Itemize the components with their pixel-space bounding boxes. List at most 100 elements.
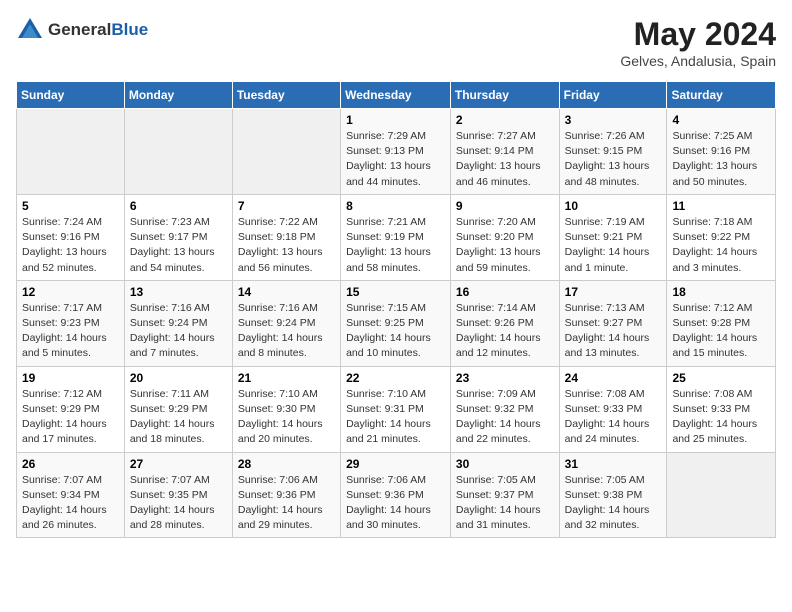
logo: General Blue [16, 16, 148, 44]
calendar-cell: 25 Sunrise: 7:08 AM Sunset: 9:33 PM Dayli… [667, 366, 776, 452]
week-row-3: 12 Sunrise: 7:17 AM Sunset: 9:23 PM Dayli… [17, 280, 776, 366]
weekday-header-thursday: Thursday [450, 82, 559, 109]
calendar-cell [232, 109, 340, 195]
day-number: 14 [238, 285, 335, 299]
weekday-header-row: SundayMondayTuesdayWednesdayThursdayFrid… [17, 82, 776, 109]
day-info: Sunrise: 7:29 AM Sunset: 9:13 PM Dayligh… [346, 129, 445, 190]
calendar-cell: 29Sunrise: 7:06 AM Sunset: 9:36 PM Dayli… [341, 452, 451, 538]
week-row-1: 1 Sunrise: 7:29 AM Sunset: 9:13 PM Daylig… [17, 109, 776, 195]
calendar-cell: 2 Sunrise: 7:27 AM Sunset: 9:14 PM Daylig… [450, 109, 559, 195]
day-number: 15 [346, 285, 445, 299]
day-info: Sunrise: 7:21 AM Sunset: 9:19 PM Dayligh… [346, 215, 445, 276]
day-number: 23 [456, 371, 554, 385]
day-number: 5 [22, 199, 119, 213]
day-info: Sunrise: 7:20 AM Sunset: 9:20 PM Dayligh… [456, 215, 554, 276]
day-number: 31 [565, 457, 662, 471]
day-number: 11 [672, 199, 770, 213]
day-info: Sunrise: 7:17 AM Sunset: 9:23 PM Dayligh… [22, 301, 119, 362]
day-number: 17 [565, 285, 662, 299]
calendar-cell: 1 Sunrise: 7:29 AM Sunset: 9:13 PM Daylig… [341, 109, 451, 195]
calendar-cell: 22 Sunrise: 7:10 AM Sunset: 9:31 PM Dayli… [341, 366, 451, 452]
calendar-cell: 19 Sunrise: 7:12 AM Sunset: 9:29 PM Dayli… [17, 366, 125, 452]
calendar-cell: 18Sunrise: 7:12 AM Sunset: 9:28 PM Dayli… [667, 280, 776, 366]
weekday-header-wednesday: Wednesday [341, 82, 451, 109]
day-info: Sunrise: 7:24 AM Sunset: 9:16 PM Dayligh… [22, 215, 119, 276]
day-info: Sunrise: 7:08 AM Sunset: 9:33 PM Dayligh… [565, 387, 662, 448]
calendar-cell: 7 Sunrise: 7:22 AM Sunset: 9:18 PM Daylig… [232, 194, 340, 280]
day-number: 24 [565, 371, 662, 385]
calendar-cell [667, 452, 776, 538]
week-row-5: 26 Sunrise: 7:07 AM Sunset: 9:34 PM Dayli… [17, 452, 776, 538]
day-number: 9 [456, 199, 554, 213]
calendar-cell [17, 109, 125, 195]
day-number: 8 [346, 199, 445, 213]
logo-general: General [48, 20, 111, 40]
logo-icon [16, 16, 44, 44]
weekday-header-saturday: Saturday [667, 82, 776, 109]
calendar-cell: 10 Sunrise: 7:19 AM Sunset: 9:21 PM Dayli… [559, 194, 667, 280]
calendar-cell: 27 Sunrise: 7:07 AM Sunset: 9:35 PM Dayli… [124, 452, 232, 538]
calendar-cell: 4 Sunrise: 7:25 AM Sunset: 9:16 PM Daylig… [667, 109, 776, 195]
day-number: 22 [346, 371, 445, 385]
day-info: Sunrise: 7:13 AM Sunset: 9:27 PM Dayligh… [565, 301, 662, 362]
calendar-cell: 13Sunrise: 7:16 AM Sunset: 9:24 PM Dayli… [124, 280, 232, 366]
day-number: 30 [456, 457, 554, 471]
calendar-table: SundayMondayTuesdayWednesdayThursdayFrid… [16, 81, 776, 538]
day-number: 27 [130, 457, 227, 471]
calendar-cell: 6Sunrise: 7:23 AM Sunset: 9:17 PM Daylig… [124, 194, 232, 280]
day-number: 26 [22, 457, 119, 471]
page-header: General Blue May 2024 Gelves, Andalusia,… [16, 16, 776, 69]
month-title: May 2024 [620, 16, 776, 53]
day-info: Sunrise: 7:15 AM Sunset: 9:25 PM Dayligh… [346, 301, 445, 362]
day-number: 3 [565, 113, 662, 127]
day-info: Sunrise: 7:07 AM Sunset: 9:34 PM Dayligh… [22, 473, 119, 534]
day-number: 21 [238, 371, 335, 385]
logo-blue: Blue [111, 20, 148, 40]
calendar-cell: 14Sunrise: 7:16 AM Sunset: 9:24 PM Dayli… [232, 280, 340, 366]
calendar-cell: 30 Sunrise: 7:05 AM Sunset: 9:37 PM Dayli… [450, 452, 559, 538]
day-number: 25 [672, 371, 770, 385]
week-row-4: 19 Sunrise: 7:12 AM Sunset: 9:29 PM Dayli… [17, 366, 776, 452]
day-number: 4 [672, 113, 770, 127]
calendar-cell: 15 Sunrise: 7:15 AM Sunset: 9:25 PM Dayli… [341, 280, 451, 366]
calendar-cell: 26 Sunrise: 7:07 AM Sunset: 9:34 PM Dayli… [17, 452, 125, 538]
location-title: Gelves, Andalusia, Spain [620, 53, 776, 69]
calendar-cell: 9 Sunrise: 7:20 AM Sunset: 9:20 PM Daylig… [450, 194, 559, 280]
day-number: 10 [565, 199, 662, 213]
calendar-cell: 24 Sunrise: 7:08 AM Sunset: 9:33 PM Dayli… [559, 366, 667, 452]
day-number: 1 [346, 113, 445, 127]
day-number: 19 [22, 371, 119, 385]
calendar-cell: 17 Sunrise: 7:13 AM Sunset: 9:27 PM Dayli… [559, 280, 667, 366]
calendar-cell: 31 Sunrise: 7:05 AM Sunset: 9:38 PM Dayli… [559, 452, 667, 538]
day-info: Sunrise: 7:07 AM Sunset: 9:35 PM Dayligh… [130, 473, 227, 534]
day-number: 13 [130, 285, 227, 299]
day-info: Sunrise: 7:19 AM Sunset: 9:21 PM Dayligh… [565, 215, 662, 276]
day-number: 12 [22, 285, 119, 299]
day-info: Sunrise: 7:05 AM Sunset: 9:37 PM Dayligh… [456, 473, 554, 534]
day-info: Sunrise: 7:06 AM Sunset: 9:36 PM Dayligh… [238, 473, 335, 534]
day-info: Sunrise: 7:12 AM Sunset: 9:28 PM Dayligh… [672, 301, 770, 362]
calendar-cell: 8 Sunrise: 7:21 AM Sunset: 9:19 PM Daylig… [341, 194, 451, 280]
day-info: Sunrise: 7:22 AM Sunset: 9:18 PM Dayligh… [238, 215, 335, 276]
day-info: Sunrise: 7:08 AM Sunset: 9:33 PM Dayligh… [672, 387, 770, 448]
day-info: Sunrise: 7:26 AM Sunset: 9:15 PM Dayligh… [565, 129, 662, 190]
calendar-cell: 11Sunrise: 7:18 AM Sunset: 9:22 PM Dayli… [667, 194, 776, 280]
day-info: Sunrise: 7:09 AM Sunset: 9:32 PM Dayligh… [456, 387, 554, 448]
calendar-cell: 23 Sunrise: 7:09 AM Sunset: 9:32 PM Dayli… [450, 366, 559, 452]
day-number: 20 [130, 371, 227, 385]
day-info: Sunrise: 7:10 AM Sunset: 9:31 PM Dayligh… [346, 387, 445, 448]
weekday-header-friday: Friday [559, 82, 667, 109]
day-number: 2 [456, 113, 554, 127]
calendar-cell: 5 Sunrise: 7:24 AM Sunset: 9:16 PM Daylig… [17, 194, 125, 280]
calendar-cell: 28Sunrise: 7:06 AM Sunset: 9:36 PM Dayli… [232, 452, 340, 538]
day-info: Sunrise: 7:27 AM Sunset: 9:14 PM Dayligh… [456, 129, 554, 190]
weekday-header-sunday: Sunday [17, 82, 125, 109]
day-number: 7 [238, 199, 335, 213]
calendar-cell: 16Sunrise: 7:14 AM Sunset: 9:26 PM Dayli… [450, 280, 559, 366]
day-info: Sunrise: 7:11 AM Sunset: 9:29 PM Dayligh… [130, 387, 227, 448]
day-info: Sunrise: 7:25 AM Sunset: 9:16 PM Dayligh… [672, 129, 770, 190]
day-info: Sunrise: 7:23 AM Sunset: 9:17 PM Dayligh… [130, 215, 227, 276]
day-info: Sunrise: 7:12 AM Sunset: 9:29 PM Dayligh… [22, 387, 119, 448]
day-info: Sunrise: 7:05 AM Sunset: 9:38 PM Dayligh… [565, 473, 662, 534]
weekday-header-tuesday: Tuesday [232, 82, 340, 109]
